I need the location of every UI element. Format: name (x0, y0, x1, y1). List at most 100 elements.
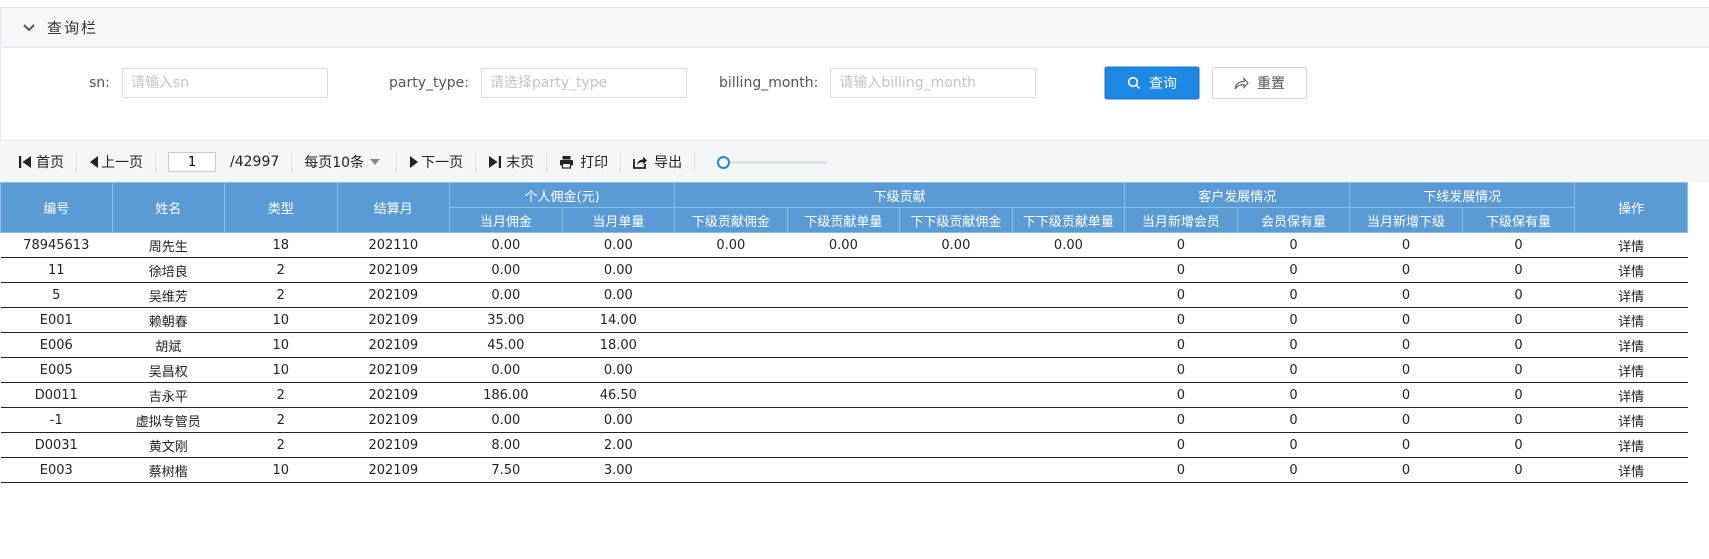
zoom-slider-handle[interactable] (717, 156, 731, 169)
cell-type: 2 (224, 257, 338, 283)
cell-personal-commission: 8.00 (449, 432, 563, 458)
caret-down-icon (370, 159, 381, 165)
table-row[interactable]: -1 虚拟专管员 2 202109 0.00 0.00 0 0 0 0 详情 (0, 407, 1688, 433)
cell-new-subordinates: 0 (1349, 232, 1463, 258)
cell-sub-commission: 0.00 (674, 232, 788, 258)
detail-link[interactable]: 详情 (1574, 282, 1688, 308)
cell-sub-orders (787, 457, 900, 483)
cell-subsub-orders (1012, 407, 1125, 433)
cell-personal-commission: 0.00 (449, 232, 563, 258)
cell-personal-commission: 0.00 (449, 407, 563, 433)
cell-name: 吴昌权 (112, 357, 225, 383)
detail-link[interactable]: 详情 (1574, 257, 1688, 283)
cell-member-retention: 0 (1237, 232, 1350, 258)
cell-subordinate-retention: 0 (1462, 332, 1575, 358)
party-type-input[interactable] (481, 68, 687, 98)
detail-link[interactable]: 详情 (1574, 382, 1688, 408)
detail-link[interactable]: 详情 (1574, 357, 1688, 383)
cell-personal-commission: 0.00 (449, 282, 563, 308)
table-row[interactable]: E006 胡斌 10 202109 45.00 18.00 0 0 0 0 详情 (0, 332, 1688, 358)
table-row[interactable]: 11 徐培良 2 202109 0.00 0.00 0 0 0 0 详情 (0, 257, 1688, 283)
next-page-button[interactable]: 下一页 (409, 150, 463, 174)
cell-new-subordinates: 0 (1349, 307, 1463, 333)
col-group-sub: 下级贡献 (674, 182, 1126, 208)
zoom-slider[interactable] (713, 152, 829, 172)
cell-month: 202109 (337, 332, 450, 358)
first-page-button[interactable]: 首页 (18, 150, 64, 174)
table-row[interactable]: E005 吴昌权 10 202109 0.00 0.00 0 0 0 0 详情 (0, 357, 1688, 383)
reset-button[interactable]: 重置 (1212, 67, 1307, 99)
chevron-down-icon[interactable] (21, 20, 37, 36)
export-button[interactable]: 导出 (633, 150, 682, 174)
cell-subordinate-retention: 0 (1462, 432, 1575, 458)
prev-page-button[interactable]: 上一页 (89, 150, 143, 174)
detail-link[interactable]: 详情 (1574, 432, 1688, 458)
page-number-input[interactable] (168, 152, 216, 172)
detail-link[interactable]: 详情 (1574, 457, 1688, 483)
cell-new-members: 0 (1124, 432, 1238, 458)
cell-subsub-commission: 0.00 (899, 232, 1013, 258)
cell-sub-commission (674, 307, 788, 333)
cell-new-subordinates: 0 (1349, 382, 1463, 408)
cell-id: 5 (0, 282, 113, 308)
billing-month-input[interactable] (830, 68, 1037, 98)
table-row[interactable]: D0011 吉永平 2 202109 186.00 46.50 0 0 0 0 详情 (0, 382, 1688, 408)
cell-name: 吴维芳 (112, 282, 225, 308)
table-row[interactable]: E003 蔡树楷 10 202109 7.50 3.00 0 0 0 0 详情 (0, 457, 1688, 483)
detail-link[interactable]: 详情 (1574, 307, 1688, 333)
cell-id: E006 (0, 332, 113, 358)
col-header-subsub-commission: 下下级贡献佣金 (899, 207, 1013, 233)
pager-divider (76, 152, 77, 172)
sn-field: sn: (89, 68, 328, 98)
col-header-sub-orders: 下级贡献单量 (786, 207, 901, 233)
pager-divider (546, 152, 548, 172)
cell-sub-orders (787, 332, 900, 358)
cell-sub-orders (787, 307, 900, 333)
sn-label: sn: (89, 75, 110, 91)
detail-link[interactable]: 详情 (1574, 232, 1688, 258)
print-button[interactable]: 打印 (559, 150, 608, 174)
col-header-id: 编号 (0, 182, 113, 233)
cell-id: E001 (0, 307, 113, 333)
cell-sub-orders (787, 382, 900, 408)
next-page-icon (409, 155, 419, 169)
table-row[interactable]: E001 赖朝春 10 202109 35.00 14.00 0 0 0 0 详情 (0, 307, 1688, 333)
table-row[interactable]: 78945613 周先生 18 202110 0.00 0.00 0.00 0.00 0.00 0… (0, 232, 1688, 258)
cell-month: 202109 (337, 407, 450, 433)
cell-new-subordinates: 0 (1349, 257, 1463, 283)
cell-member-retention: 0 (1237, 357, 1350, 383)
query-panel-header[interactable]: 查询栏 (1, 8, 1709, 48)
table-row[interactable]: 5 吴维芳 2 202109 0.00 0.00 0 0 0 0 详情 (0, 282, 1688, 308)
search-icon (1127, 76, 1141, 90)
cell-member-retention: 0 (1237, 382, 1350, 408)
col-header-member-retention: 会员保有量 (1236, 207, 1351, 233)
detail-link[interactable]: 详情 (1574, 332, 1688, 358)
col-group-downline: 下线发展情况 (1349, 182, 1576, 208)
cell-month: 202109 (337, 382, 450, 408)
detail-link[interactable]: 详情 (1574, 407, 1688, 433)
col-header-new-subordinates: 当月新增下级 (1349, 207, 1463, 233)
zoom-slider-track (719, 161, 828, 164)
sn-input[interactable] (121, 68, 328, 98)
cell-new-members: 0 (1124, 307, 1238, 333)
cell-subsub-orders (1012, 432, 1125, 458)
cell-id: 11 (0, 257, 113, 283)
cell-member-retention: 0 (1237, 407, 1350, 433)
last-page-button[interactable]: 末页 (488, 150, 534, 174)
cell-sub-commission (674, 282, 788, 308)
next-page-label: 下一页 (421, 155, 464, 171)
cell-subsub-commission (899, 282, 1013, 308)
cell-subordinate-retention: 0 (1462, 382, 1575, 408)
search-button[interactable]: 查询 (1105, 67, 1199, 99)
cell-new-members: 0 (1124, 407, 1238, 433)
first-page-label: 首页 (36, 155, 64, 171)
cell-new-members: 0 (1124, 357, 1238, 383)
cell-subordinate-retention: 0 (1462, 407, 1575, 433)
cell-member-retention: 0 (1237, 432, 1350, 458)
page-size-select[interactable]: 每页10条 (304, 150, 384, 174)
col-header-sub-commission: 下级贡献佣金 (674, 207, 788, 233)
table-row[interactable]: D0031 黄文刚 2 202109 8.00 2.00 0 0 0 0 详情 (0, 432, 1688, 458)
cell-personal-commission: 35.00 (449, 307, 563, 333)
cell-sub-orders (787, 282, 900, 308)
export-label: 导出 (654, 155, 683, 171)
